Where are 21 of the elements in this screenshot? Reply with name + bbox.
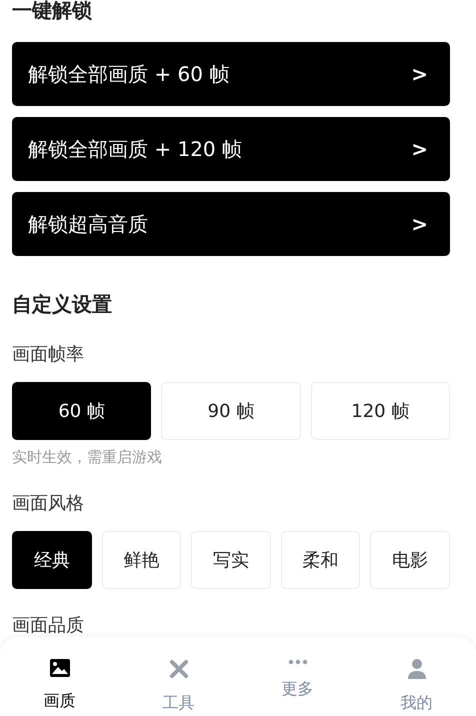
more-icon bbox=[288, 659, 308, 665]
unlock-button[interactable]: 解锁全部画质 + 60 帧 > bbox=[12, 42, 450, 106]
user-icon bbox=[408, 659, 426, 679]
nav-tab[interactable]: 画质 bbox=[0, 637, 119, 716]
option-button[interactable]: 60 帧 bbox=[12, 382, 152, 440]
option-button[interactable]: 鲜艳 bbox=[102, 531, 182, 589]
section-title: 自定义设置 bbox=[12, 291, 113, 318]
option-button[interactable]: 柔和 bbox=[280, 531, 360, 589]
option-button[interactable]: 经典 bbox=[12, 531, 92, 589]
section-title: 一键解锁 bbox=[12, 0, 93, 24]
image-icon bbox=[50, 659, 70, 677]
option-button[interactable]: 写实 bbox=[191, 531, 271, 589]
option-button[interactable]: 电影 bbox=[370, 531, 450, 589]
unlock-button[interactable]: 解锁全部画质 + 120 帧 > bbox=[12, 117, 450, 181]
option-button[interactable]: 120 帧 bbox=[310, 382, 450, 440]
setting-label: 画面风格 bbox=[12, 492, 85, 516]
setting-label: 画面品质 bbox=[12, 614, 85, 638]
hint-text: 实时生效，需重启游戏 bbox=[12, 448, 163, 467]
option-button[interactable]: 90 帧 bbox=[161, 382, 301, 440]
setting-label: 画面帧率 bbox=[12, 343, 85, 367]
unlock-button[interactable]: 解锁超高音质 > bbox=[12, 192, 450, 256]
